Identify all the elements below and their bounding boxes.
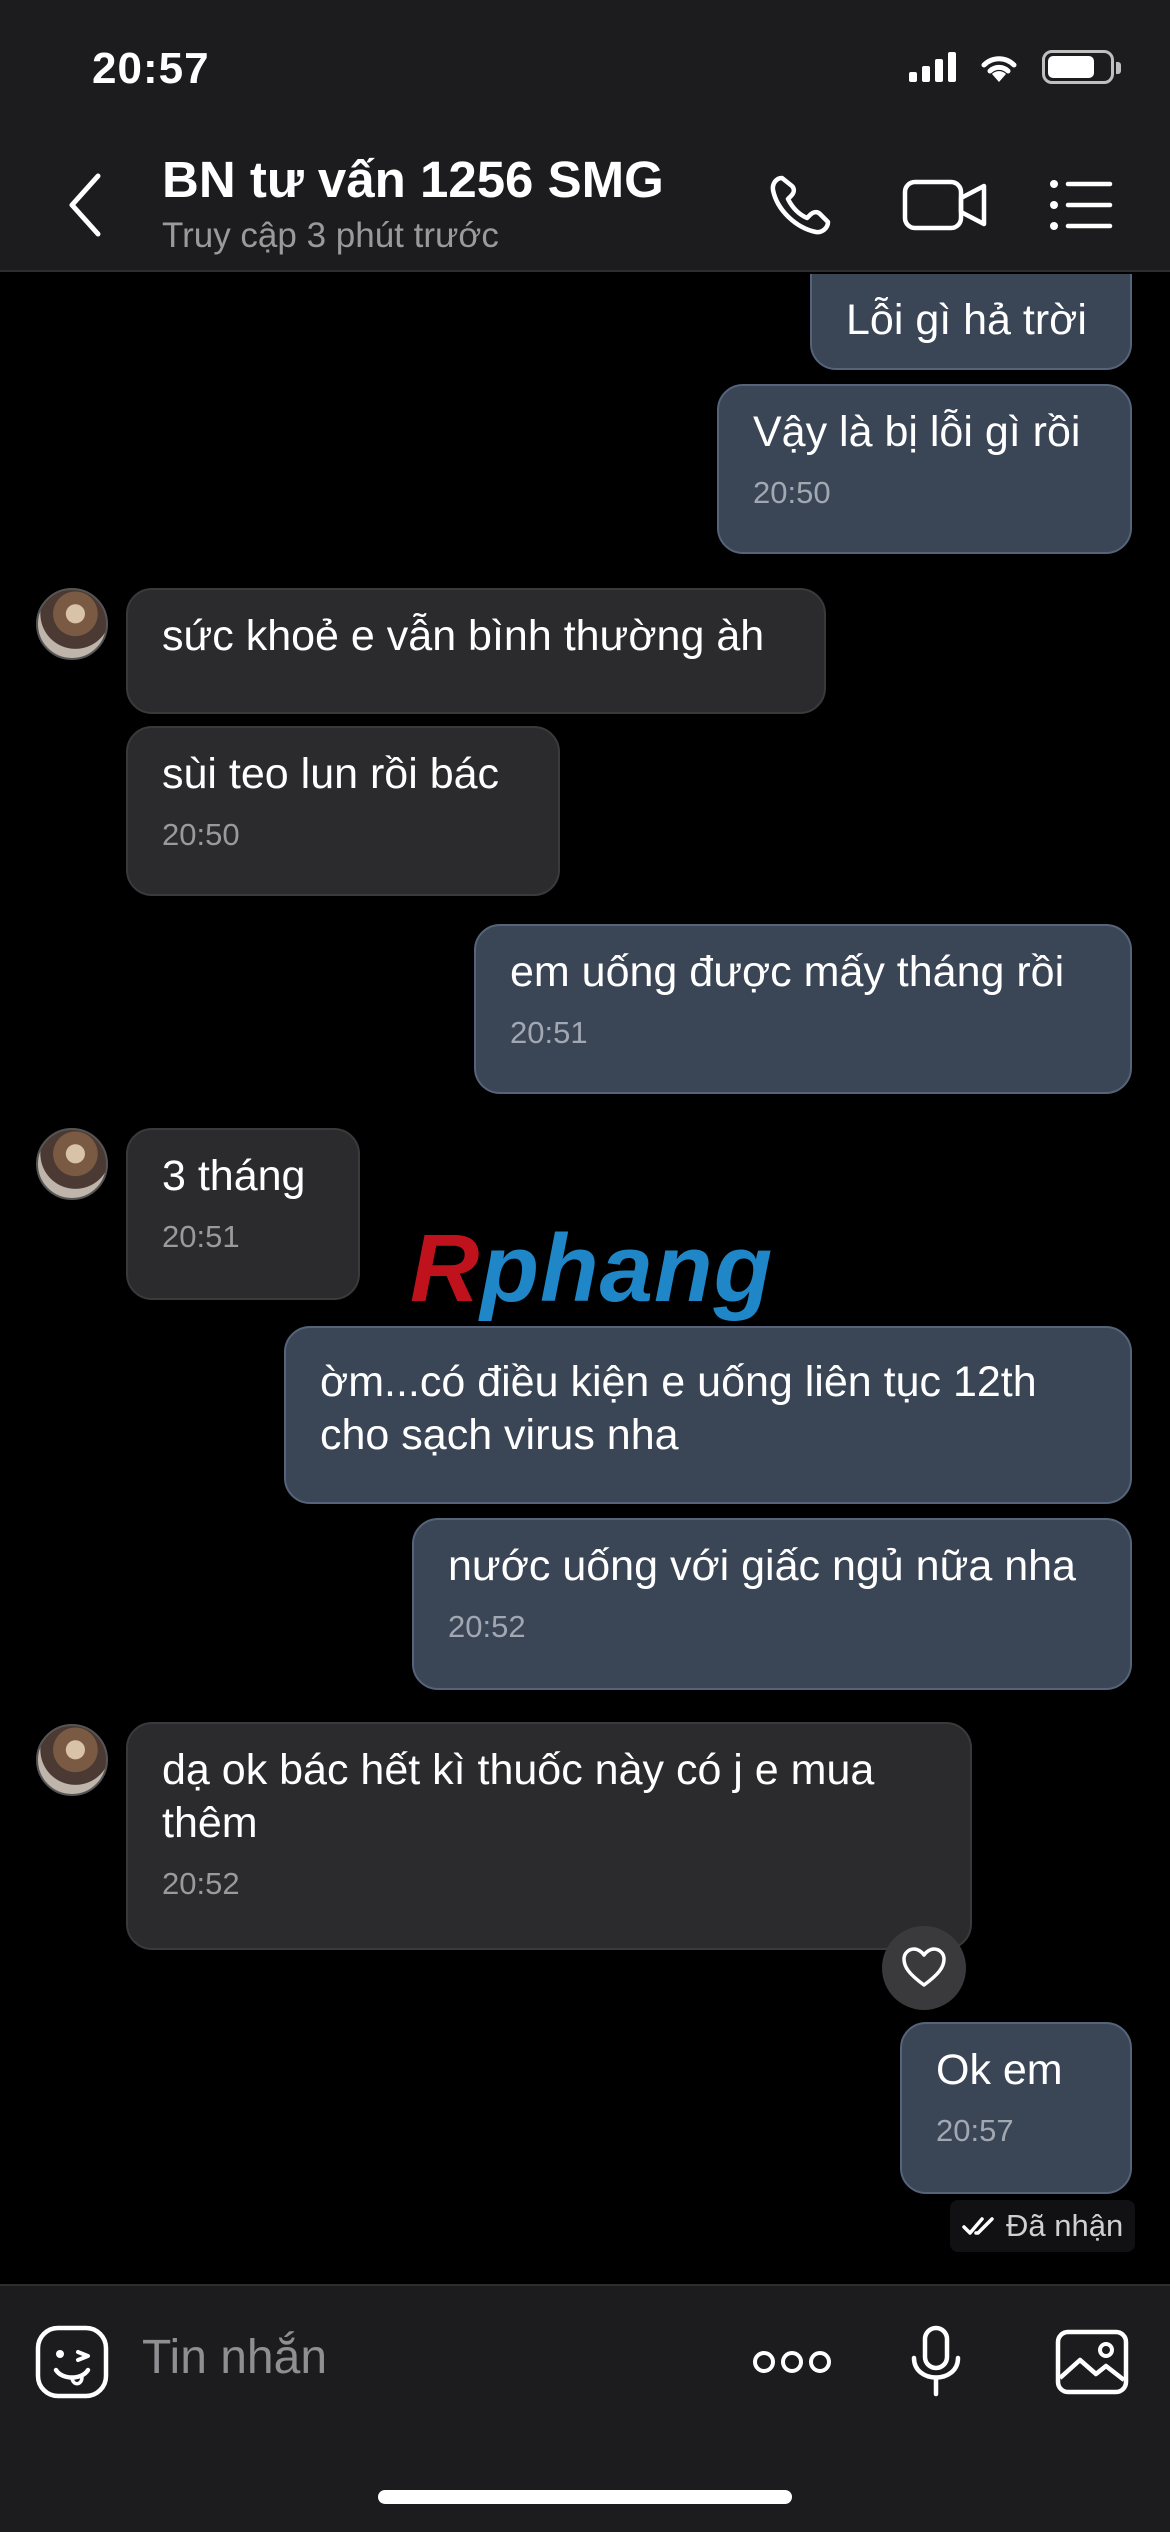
message-time: 20:52 [162,1866,240,1901]
message-bubble-incoming[interactable]: 3 tháng 20:51 [126,1128,360,1300]
message-text: Vậy là bị lỗi gì rồi [753,408,1081,456]
message-list[interactable]: Lỗi gì hả trời Vậy là bị lỗi gì rồi 20:5… [0,274,1170,2284]
contact-avatar[interactable] [36,588,108,660]
home-indicator[interactable] [378,2490,792,2504]
heart-icon [902,1947,946,1987]
phone-call-icon[interactable] [762,170,842,240]
message-bubble-outgoing[interactable]: ờm...có điều kiện e uống liên tục 12th c… [284,1326,1132,1504]
message-text: sùi teo lun rồi bác [162,750,500,798]
message-time: 20:51 [162,1219,240,1254]
watermark-logo: Rphang [410,1215,774,1322]
message-text: ờm...có điều kiện e uống liên tục 12th [320,1358,1037,1406]
message-text: 3 tháng [162,1152,306,1200]
message-time: 20:51 [510,1015,588,1050]
back-chevron-icon[interactable] [60,170,110,240]
message-bubble-incoming[interactable]: dạ ok bác hết kì thuốc này có j e mua th… [126,1722,972,1950]
message-bubble-outgoing[interactable]: em uống được mấy tháng rồi 20:51 [474,924,1132,1094]
wifi-icon [981,56,1017,82]
message-text: dạ ok bác hết kì thuốc này có j e mua [162,1746,875,1794]
message-bubble-outgoing[interactable]: nước uống với giấc ngủ nữa nha 20:52 [412,1518,1132,1690]
last-seen-status: Truy cập 3 phút trước [162,216,499,255]
message-bubble-outgoing[interactable]: Ok em 20:57 [900,2022,1132,2194]
message-text: em uống được mấy tháng rồi [510,948,1065,996]
message-time: 20:50 [162,817,240,852]
message-time: 20:50 [753,475,831,510]
message-time: 20:57 [936,2113,1014,2148]
message-text: sức khoẻ e vẫn bình thường àh [162,612,765,660]
menu-list-icon[interactable] [1044,170,1124,240]
message-text: Ok em [936,2046,1063,2094]
message-time: 20:52 [448,1609,526,1644]
composer-bar: Tin nhắn [0,2284,1170,2532]
message-bubble-incoming[interactable]: sức khoẻ e vẫn bình thường àh [126,588,826,714]
more-icon[interactable] [750,2322,834,2402]
read-receipt-label: Đã nhận [1006,2208,1124,2243]
microphone-icon[interactable] [896,2322,976,2402]
battery-icon [1042,50,1121,84]
contact-avatar[interactable] [36,1128,108,1200]
top-bar: 20:57 BN tư vấn 1256 SMG Truy cập 3 phút… [0,0,1170,272]
video-call-icon[interactable] [900,170,990,240]
message-input[interactable]: Tin nhắn [142,2330,327,2385]
message-bubble-outgoing[interactable]: Lỗi gì hả trời [810,274,1132,370]
chat-title[interactable]: BN tư vấn 1256 SMG [162,150,664,209]
status-time: 20:57 [92,44,210,93]
message-text-line-2: cho sạch virus nha [320,1411,679,1459]
react-heart-button[interactable] [882,1926,966,2010]
double-check-icon [962,2217,994,2235]
message-bubble-incoming[interactable]: sùi teo lun rồi bác 20:50 [126,726,560,896]
read-receipt: Đã nhận [950,2200,1136,2252]
message-text-line-2: thêm [162,1799,258,1847]
cellular-signal-icon [909,52,956,82]
contact-avatar[interactable] [36,1724,108,1796]
message-bubble-outgoing[interactable]: Vậy là bị lỗi gì rồi 20:50 [717,384,1132,554]
sticker-icon[interactable] [32,2322,112,2402]
message-text: nước uống với giấc ngủ nữa nha [448,1542,1076,1590]
message-text: Lỗi gì hả trời [846,296,1087,344]
status-icons [909,50,1121,84]
gallery-icon[interactable] [1052,2322,1132,2402]
